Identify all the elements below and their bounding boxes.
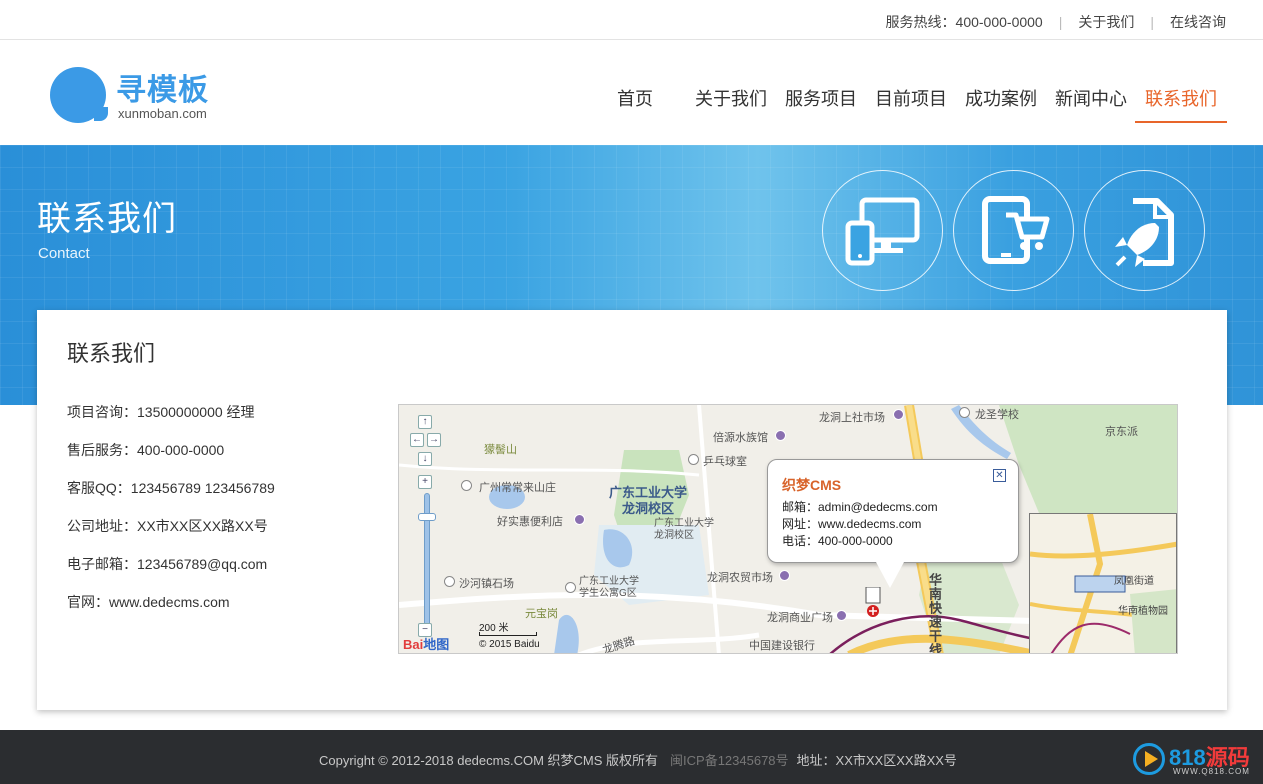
poi-marker-icon (779, 570, 790, 581)
map-label: 中国建设银行 (749, 640, 815, 652)
tablet-cart-icon (953, 170, 1074, 291)
contact-email: 电子邮箱：123456789@qq.com (67, 556, 268, 572)
devices-icon (822, 170, 943, 291)
baidu-map[interactable]: ↑ ← → ↓ + − 龙洞上社市场 龙圣学校 京东派 倍源水族馆 獴髻山 乒乓… (398, 404, 1178, 654)
nav-item-projects[interactable]: 目前项目 (875, 75, 947, 121)
map-label: 龙洞上社市场 (819, 412, 885, 424)
contact-aftersales: 售后服务：400-000-0000 (67, 442, 225, 458)
site-header: 寻模板 xunmoban.com 首页 关于我们 服务项目 目前项目 成功案例 … (0, 41, 1263, 145)
poi-marker-icon (959, 407, 970, 418)
zoom-slider-thumb[interactable] (418, 513, 436, 521)
pan-right-button[interactable]: → (427, 433, 441, 447)
map-label: 广东工业大学 学生公寓G区 (579, 576, 639, 599)
map-label: 广东工业大学 龙洞校区 (654, 518, 714, 541)
banner-title: 联系我们 (37, 200, 177, 238)
baidu-logo: Bai地图 (403, 637, 450, 652)
map-label: 龙洞商业广场 (767, 612, 833, 624)
banner-subtitle: Contact (38, 245, 90, 262)
footer-text: Copyright © 2012-2018 dedecms.COM 织梦CMS … (319, 750, 957, 769)
map-label: 华南植物园 (1118, 606, 1168, 617)
footer-address: 地址：XX市XX区XX路XX号 (796, 753, 957, 768)
poi-marker-icon (893, 409, 904, 420)
contact-qq: 客服QQ：123456789 123456789 (67, 480, 275, 496)
nav-item-cases[interactable]: 成功案例 (965, 75, 1037, 121)
divider: | (1150, 14, 1154, 30)
nav-item-news[interactable]: 新闻中心 (1055, 75, 1127, 121)
map-label: 京东派 (1105, 426, 1138, 438)
map-label-highway: 华南快速干线 (927, 573, 942, 654)
pan-up-button[interactable]: ↑ (418, 415, 432, 429)
play-icon (1133, 743, 1165, 775)
top-bar: 服务热线：400-000-0000 | 关于我们 | 在线咨询 (0, 0, 1263, 40)
info-window-title: 织梦CMS (782, 477, 842, 493)
close-icon[interactable]: ✕ (993, 469, 1006, 482)
hotline-text: 服务热线：400-000-0000 (885, 14, 1043, 30)
logo-bubble-icon (50, 67, 108, 123)
poi-marker-icon (444, 576, 455, 587)
map-label: 沙河镇石场 (459, 578, 514, 590)
map-label: 好实惠便利店 (497, 516, 563, 528)
map-label: 乒乓球室 (703, 456, 747, 468)
site-logo[interactable]: 寻模板 xunmoban.com (50, 65, 230, 125)
poi-marker-icon (574, 514, 585, 525)
logo-domain: xunmoban.com (118, 106, 207, 121)
contact-project: 项目咨询：13500000000 经理 (67, 404, 255, 420)
map-label: 凤凰街道 (1114, 576, 1154, 587)
contact-info-list: 项目咨询：13500000000 经理 售后服务：400-000-0000 客服… (67, 402, 275, 630)
contact-panel: 联系我们 项目咨询：13500000000 经理 售后服务：400-000-00… (37, 310, 1227, 710)
contact-website[interactable]: 官网：www.dedecms.com (67, 592, 275, 630)
poi-marker-icon (461, 480, 472, 491)
main-nav: 首页 关于我们 服务项目 目前项目 成功案例 新闻中心 联系我们 (599, 75, 1227, 123)
nav-item-contact[interactable]: 联系我们 (1135, 75, 1227, 123)
footer-copyright: Copyright © 2012-2018 dedecms.COM 织梦CMS … (319, 753, 659, 768)
contact-address: 公司地址：XX市XX区XX路XX号 (67, 518, 268, 534)
poi-marker-icon (836, 610, 847, 621)
nav-item-services[interactable]: 服务项目 (785, 75, 857, 121)
logo-brand: 寻模板 (116, 74, 209, 107)
info-window-phone: 电话：400-000-0000 (782, 534, 893, 548)
map-copyright: © 2015 Baidu (479, 639, 540, 650)
info-window-site: 网址：www.dedecms.com (782, 517, 922, 531)
map-scale: 200 米 (479, 619, 537, 636)
poi-marker-icon (565, 582, 576, 593)
divider: | (1058, 14, 1063, 30)
panel-heading: 联系我们 (67, 341, 156, 366)
location-pin-icon[interactable] (865, 587, 881, 627)
nav-item-about[interactable]: 关于我们 (695, 75, 767, 121)
top-link-about[interactable]: 关于我们 (1078, 12, 1134, 32)
poi-marker-icon (688, 454, 699, 465)
map-zoom-control: ↑ ← → ↓ + − (410, 415, 441, 647)
map-label-campus: 广东工业大学 龙洞校区 (609, 485, 688, 516)
pan-down-button[interactable]: ↓ (418, 452, 432, 466)
nav-item-home[interactable]: 首页 (617, 75, 653, 121)
watermark-logo: 818源码 WWW.Q818.COM (1133, 740, 1253, 780)
footer-icp-link[interactable]: 闽ICP备12345678号 (670, 753, 789, 768)
map-label: 龙圣学校 (975, 409, 1019, 421)
site-footer: Copyright © 2012-2018 dedecms.COM 织梦CMS … (0, 730, 1263, 784)
map-info-window: 织梦CMS ✕ 邮箱：admin@dedecms.com 网址：www.dede… (767, 459, 1019, 588)
poi-marker-icon (775, 430, 786, 441)
info-window-pointer (876, 562, 904, 588)
overview-minimap[interactable]: 凤凰街道 华南植物园 (1029, 513, 1177, 653)
map-label: 元宝岗 (525, 608, 558, 620)
zoom-in-button[interactable]: + (418, 475, 432, 489)
top-links: 服务热线：400-000-0000 | 关于我们 | 在线咨询 (886, 12, 1226, 32)
top-link-consult[interactable]: 在线咨询 (1170, 12, 1226, 32)
map-label: 广州常常来山庄 (479, 482, 556, 494)
rocket-document-icon (1084, 170, 1205, 291)
info-window-email: 邮箱：admin@dedecms.com (782, 500, 938, 514)
map-label: 獴髻山 (484, 444, 517, 456)
pan-left-button[interactable]: ← (410, 433, 424, 447)
map-label: 龙洞农贸市场 (707, 572, 773, 584)
map-label: 倍源水族馆 (713, 432, 768, 444)
